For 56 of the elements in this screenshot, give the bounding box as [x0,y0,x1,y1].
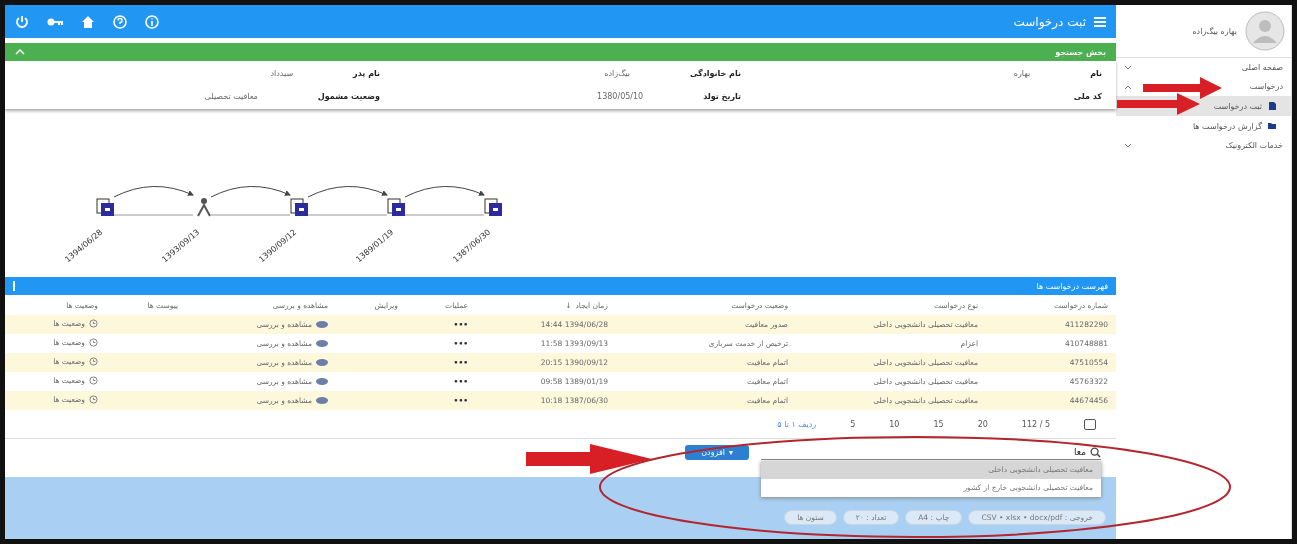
chevron-icon [15,49,25,55]
info-icon[interactable] [145,14,159,29]
eye-icon [316,339,328,347]
sidebar-item[interactable]: خدمات الکترونیک [1116,136,1291,155]
eye-icon [316,396,328,404]
field-label: وضعیت مشمول [317,92,380,101]
document-node-icon[interactable] [96,198,114,216]
section-title: فهرست درخواست ها [1036,281,1108,291]
field-value: بیگ‌زاده [604,69,630,78]
search-icon [1090,446,1101,458]
chevron-icon [1124,142,1132,149]
history-icon [89,319,98,328]
history-icon [89,338,98,347]
page-size-option[interactable]: 5 [850,419,856,429]
page-summary: 5 / 112 [1021,419,1050,429]
field-value: بهاره [1013,69,1031,78]
document-node-icon[interactable] [290,198,308,216]
user-name: بهاره بیگ‌زاده [1192,26,1237,36]
key-icon[interactable] [47,16,63,27]
history-icon [89,376,98,385]
page-title: ثبت درخواست [1013,14,1086,29]
chevron-icon [1124,64,1132,71]
field-label: نام خانوادگی [689,69,741,78]
eye-icon [316,377,328,385]
document-node-icon[interactable] [484,198,502,216]
folder-icon [1267,121,1277,131]
page-size-option[interactable]: 10 [889,419,900,429]
menu-icon[interactable] [1094,16,1106,27]
field-value: 1380/05/10 [597,92,644,101]
sidebar-item[interactable]: صفحه اصلی [1116,58,1291,77]
sidebar-item[interactable]: درخواست [1116,77,1291,96]
document-icon [1267,101,1277,111]
avatar-icon [1245,11,1285,51]
page-size-option[interactable]: 15 [933,419,944,429]
rows-info: ردیف ۱ تا ۵ [777,419,817,429]
sidebar-subitem[interactable]: گزارش درخواست ها [1116,116,1291,136]
field-label: نام پدر [353,69,380,78]
eye-icon [316,320,328,328]
person-node-icon[interactable] [197,198,211,217]
help-icon[interactable] [113,14,127,29]
power-icon[interactable] [15,14,29,29]
history-icon [89,395,98,404]
field-label: تاریخ تولد [703,92,741,101]
home-icon[interactable] [81,14,95,29]
page-size-option[interactable]: 20 [977,419,988,429]
field-value: سیدداد [270,69,294,78]
handle-icon[interactable] [13,281,15,291]
field-label: نام [1090,69,1102,78]
search-field[interactable]: معا [761,445,1101,460]
field-value: معافیت تحصیلی [204,92,258,101]
eye-icon [316,358,328,366]
history-icon [89,357,98,366]
document-node-icon[interactable] [387,198,405,216]
field-label: کد ملی [1073,92,1102,101]
chevron-icon [1124,83,1132,90]
page-size-field[interactable] [1084,418,1096,430]
